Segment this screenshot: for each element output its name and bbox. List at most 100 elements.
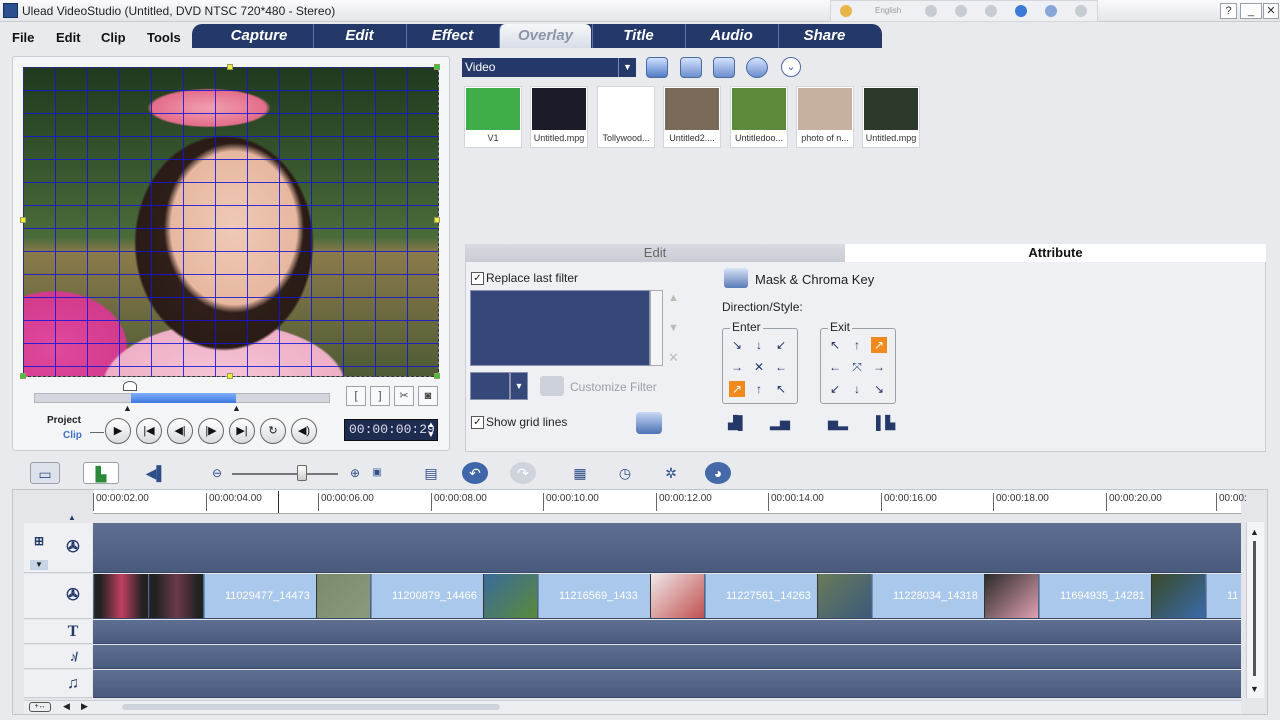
- enter-direction-arrow-icon[interactable]: ↑: [751, 381, 767, 397]
- exit-direction-arrow-icon[interactable]: ↗: [871, 337, 887, 353]
- folder-icon[interactable]: [646, 57, 668, 78]
- library-thumbnail[interactable]: V1: [464, 86, 522, 148]
- tab-share[interactable]: Share: [778, 24, 870, 48]
- library-thumbnail[interactable]: Tollywood...: [597, 86, 655, 148]
- clip-thumbnail[interactable]: [316, 574, 370, 618]
- enlarge-icon[interactable]: ◙: [418, 386, 438, 406]
- vertical-scroll-thumb[interactable]: [1253, 541, 1256, 676]
- timeline-clip[interactable]: 11694935_14281: [1039, 574, 1151, 618]
- trim-marker-start-icon[interactable]: ▲: [123, 403, 132, 413]
- fade-in-volume-icon[interactable]: ▂▅: [770, 415, 790, 431]
- track-manager-icon[interactable]: ⊞: [28, 530, 50, 552]
- info-icon[interactable]: [1075, 5, 1087, 17]
- tab-capture[interactable]: Capture: [213, 24, 305, 48]
- library-thumbnail[interactable]: photo of n...: [796, 86, 854, 148]
- tab-effect[interactable]: Effect: [406, 24, 498, 48]
- clip-thumbnail[interactable]: [483, 574, 537, 618]
- refresh-icon[interactable]: [746, 57, 768, 78]
- repeat-icon[interactable]: ↻: [260, 418, 286, 444]
- resize-handle-top[interactable]: [227, 64, 233, 70]
- chevron-down-icon[interactable]: ▼: [618, 58, 636, 77]
- video-track[interactable]: [93, 523, 1241, 573]
- menu-edit[interactable]: Edit: [56, 30, 81, 45]
- zoom-slider-thumb[interactable]: [297, 465, 307, 481]
- exit-direction-arrow-icon[interactable]: →: [871, 359, 887, 375]
- storyboard-view-icon[interactable]: ▭: [30, 462, 60, 484]
- jog-slider[interactable]: [123, 381, 137, 391]
- minimize-button[interactable]: _: [1240, 3, 1262, 19]
- project-mode-label[interactable]: Project: [47, 415, 81, 426]
- fade-out-icon[interactable]: ▌▙: [876, 415, 895, 431]
- fade-out-volume-icon[interactable]: ▅▂: [828, 415, 848, 431]
- filter-list[interactable]: [470, 290, 650, 366]
- timeline-clip[interactable]: 11029477_14473: [204, 574, 316, 618]
- delete-filter-icon[interactable]: ✕: [668, 350, 679, 366]
- fit-timeline-icon[interactable]: +↔: [29, 702, 51, 712]
- audio-view-icon[interactable]: ◀▌: [143, 462, 169, 484]
- zoom-out-icon[interactable]: ⊖: [204, 462, 230, 484]
- music-track-icon[interactable]: ♫: [62, 673, 84, 695]
- voice-track-icon[interactable]: ♪̸: [62, 646, 84, 668]
- exit-direction-arrow-icon[interactable]: ⤧: [849, 359, 865, 375]
- smart-proxy-icon[interactable]: ▦: [567, 462, 593, 484]
- enter-direction-arrow-icon[interactable]: ↖: [773, 381, 789, 397]
- language-label[interactable]: English: [875, 6, 901, 15]
- enter-direction-arrow-icon[interactable]: ↓: [751, 337, 767, 353]
- resize-handle-top-right[interactable]: [434, 64, 440, 70]
- voice-track[interactable]: [93, 645, 1241, 669]
- tab-title[interactable]: Title: [592, 24, 684, 48]
- surround-sound-icon[interactable]: ◕: [705, 462, 731, 484]
- tab-audio[interactable]: Audio: [685, 24, 777, 48]
- library-manager-icon[interactable]: [713, 57, 735, 78]
- library-thumbnail[interactable]: Untitled2....: [663, 86, 721, 148]
- overlay-track-icon[interactable]: ✇: [62, 585, 84, 607]
- timeline-clip[interactable]: 11: [1206, 574, 1241, 618]
- timecode-up-icon[interactable]: ▲: [427, 420, 435, 429]
- clip-thumbnail[interactable]: [984, 574, 1038, 618]
- show-grid-lines-checkbox[interactable]: ✓: [471, 416, 484, 429]
- mark-out-button[interactable]: ]: [370, 386, 390, 406]
- playhead-marker[interactable]: [278, 491, 279, 513]
- timecode-display[interactable]: 00:00:00:29: [344, 419, 438, 441]
- play-icon[interactable]: ▶: [105, 418, 131, 444]
- move-down-icon[interactable]: ▼: [668, 322, 679, 334]
- help-bubble-icon[interactable]: [1045, 5, 1057, 17]
- redo-icon[interactable]: ↷: [510, 462, 536, 484]
- trim-range[interactable]: [131, 393, 236, 403]
- title-track[interactable]: [93, 620, 1241, 644]
- import-icon[interactable]: [680, 57, 702, 78]
- grid-options-icon[interactable]: [636, 412, 662, 434]
- fade-in-icon[interactable]: ▟▌: [728, 415, 747, 431]
- volume-icon[interactable]: ◀): [291, 418, 317, 444]
- mask-chroma-key-button[interactable]: Mask & Chroma Key: [755, 272, 874, 287]
- exit-direction-arrow-icon[interactable]: ↓: [849, 381, 865, 397]
- timeline-view-icon[interactable]: ▙: [83, 462, 119, 484]
- app-icon[interactable]: [3, 3, 18, 18]
- library-thumbnail[interactable]: Untitled.mpg: [530, 86, 588, 148]
- timeline-clip[interactable]: 11216569_1433: [538, 574, 650, 618]
- title-track-icon[interactable]: T: [62, 621, 84, 643]
- undo-icon[interactable]: ↶: [462, 462, 488, 484]
- next-frame-icon[interactable]: |▶: [198, 418, 224, 444]
- enter-direction-arrow-icon[interactable]: →: [729, 359, 745, 375]
- menu-file[interactable]: File: [12, 30, 34, 45]
- exit-direction-arrow-icon[interactable]: ↖: [827, 337, 843, 353]
- enter-direction-arrow-icon[interactable]: ←: [773, 359, 789, 375]
- keyboard-icon[interactable]: [925, 5, 937, 17]
- resize-handle-bottom[interactable]: [227, 373, 233, 379]
- clip-thumbnail[interactable]: [149, 574, 203, 618]
- resize-handle-left[interactable]: [20, 217, 26, 223]
- clip-thumbnail[interactable]: [817, 574, 871, 618]
- trim-marker-end-icon[interactable]: ▲: [232, 403, 241, 413]
- customize-filter-button[interactable]: Customize Filter: [570, 380, 657, 394]
- enter-direction-arrow-icon[interactable]: ↘: [729, 337, 745, 353]
- resize-handle-bottom-left[interactable]: [20, 373, 26, 379]
- gear-icon[interactable]: [985, 5, 997, 17]
- zoom-slider-track[interactable]: [232, 473, 338, 475]
- mark-in-button[interactable]: [: [346, 386, 366, 406]
- move-up-icon[interactable]: ▲: [668, 292, 679, 304]
- scroll-right-icon[interactable]: ▶: [81, 701, 88, 712]
- clip-thumbnail[interactable]: [1151, 574, 1205, 618]
- close-button[interactable]: ✕: [1263, 3, 1279, 19]
- clip-mode-label[interactable]: Clip: [63, 430, 82, 441]
